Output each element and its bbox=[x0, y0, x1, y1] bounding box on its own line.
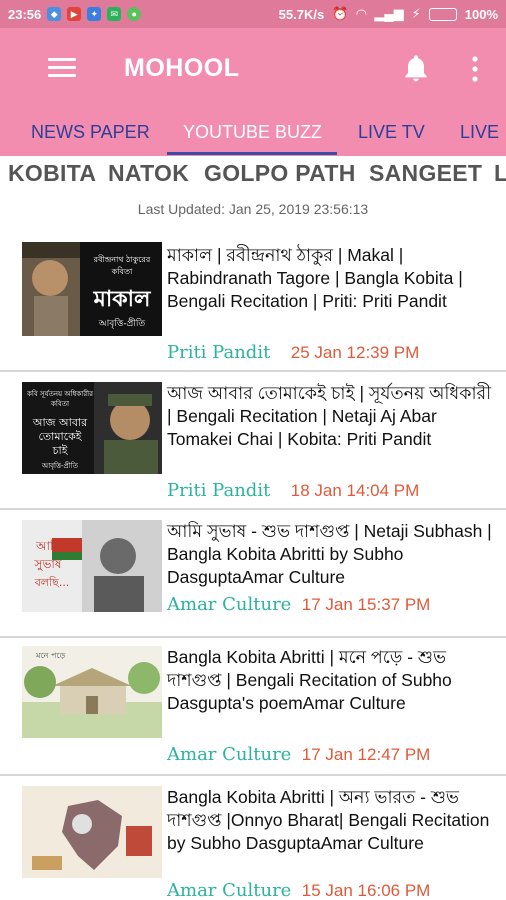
notification-icon: ◆ bbox=[47, 7, 62, 21]
svg-text:কবিতা: কবিতা bbox=[50, 400, 70, 408]
more-vertical-icon[interactable] bbox=[468, 54, 482, 84]
video-item[interactable]: রবীন্দ্রনাথ ঠাকুরের কবিতা মাকাল আবৃত্তি-… bbox=[0, 232, 506, 372]
video-title[interactable]: Bangla Kobita Abritti | মনে পড়ে - শুভ দ… bbox=[167, 646, 497, 715]
tab-bar: NEWS PAPER YOUTUBE BUZZ LIVE TV LIVE bbox=[0, 108, 506, 156]
video-title[interactable]: মাকাল | রবীন্দ্রনাথ ঠাকুর | Makal | Rabi… bbox=[167, 244, 497, 313]
video-thumbnail[interactable]: কবি সূর্যতনয় অধিকারীর কবিতা আজ আবার তোম… bbox=[22, 382, 162, 474]
tab-news-paper[interactable]: NEWS PAPER bbox=[31, 122, 150, 143]
status-time: 23:56 bbox=[8, 6, 42, 22]
video-title[interactable]: আমি সুভাষ - শুভ দাশগুপ্ত | Netaji Subhas… bbox=[167, 520, 497, 589]
subcategory-golpo-path[interactable]: GOLPO PATH bbox=[204, 160, 356, 187]
subcategory-natok[interactable]: NATOK bbox=[108, 160, 189, 187]
app-notification-icon: ✦ bbox=[87, 7, 102, 21]
tab-live-tv[interactable]: LIVE TV bbox=[358, 122, 425, 143]
app-bar: MOHOOL bbox=[0, 28, 506, 108]
video-author: Priti Pandit bbox=[167, 480, 271, 501]
subcategory-more[interactable]: L bbox=[494, 160, 506, 187]
battery-icon bbox=[428, 7, 457, 21]
svg-text:আজ আবার: আজ আবার bbox=[32, 416, 88, 429]
alarm-icon: ⏰ bbox=[332, 6, 349, 21]
notification-bell-icon[interactable] bbox=[400, 52, 432, 84]
svg-text:আমি: আমি bbox=[35, 539, 60, 553]
subcategory-bar: KOBITA NATOK GOLPO PATH SANGEET L bbox=[0, 158, 506, 192]
svg-text:আবৃত্তি-প্রীতি: আবৃত্তি-প্রীতি bbox=[41, 461, 79, 470]
video-author: Amar Culture bbox=[167, 594, 292, 615]
battery-percent: 100% bbox=[464, 6, 498, 22]
tab-youtube-buzz[interactable]: YOUTUBE BUZZ bbox=[183, 122, 322, 143]
svg-text:কবিতা: কবিতা bbox=[111, 267, 133, 276]
video-item[interactable]: কবি সূর্যতনয় অধিকারীর কবিতা আজ আবার তোম… bbox=[0, 372, 506, 510]
video-author: Amar Culture bbox=[167, 880, 292, 900]
message-notification-icon: ✉ bbox=[107, 7, 122, 21]
last-updated-text: Last Updated: Jan 25, 2019 23:56:13 bbox=[137, 201, 369, 217]
video-item[interactable]: মনে পড়ে Bangla Kobita Abritti | মনে পড়… bbox=[0, 638, 506, 776]
video-thumbnail[interactable]: রবীন্দ্রনাথ ঠাকুরের কবিতা মাকাল আবৃত্তি-… bbox=[22, 242, 162, 336]
youtube-notification-icon: ▶ bbox=[67, 7, 82, 21]
active-tab-indicator bbox=[167, 152, 337, 155]
svg-text:চাই: চাই bbox=[52, 444, 69, 457]
wifi-icon: ◠ bbox=[356, 6, 367, 21]
svg-text:আবৃত্তি-প্রীতি: আবৃত্তি-প্রীতি bbox=[98, 317, 146, 329]
network-speed: 55.7K/s bbox=[278, 6, 325, 22]
hamburger-menu-icon[interactable] bbox=[48, 58, 76, 78]
video-thumbnail[interactable]: মনে পড়ে bbox=[22, 646, 162, 738]
svg-text:তোমাকেই: তোমাকেই bbox=[38, 430, 82, 443]
video-item[interactable]: আমি সুভাষ বলছি... আমি সুভাষ - শুভ দাশগুপ… bbox=[0, 510, 506, 638]
svg-text:রবীন্দ্রনাথ ঠাকুরের: রবীন্দ্রনাথ ঠাকুরের bbox=[93, 254, 151, 264]
video-date: 17 Jan 12:47 PM bbox=[301, 745, 431, 764]
video-date: 18 Jan 14:04 PM bbox=[290, 481, 420, 500]
video-thumbnail[interactable] bbox=[22, 786, 162, 878]
subcategory-kobita[interactable]: KOBITA bbox=[8, 160, 96, 187]
signal-icon: ▂▄▆ bbox=[374, 6, 404, 21]
video-date: 15 Jan 16:06 PM bbox=[301, 881, 431, 900]
video-title[interactable]: Bangla Kobita Abritti | অন্য ভারত - শুভ … bbox=[167, 786, 497, 855]
video-date: 17 Jan 15:37 PM bbox=[301, 595, 431, 614]
video-title[interactable]: আজ আবার তোমাকেই চাই | সূর্যতনয় অধিকারী … bbox=[167, 382, 497, 451]
thumbnail-caption: মাকাল bbox=[93, 287, 152, 312]
video-item[interactable]: Bangla Kobita Abritti | অন্য ভারত - শুভ … bbox=[0, 776, 506, 900]
video-author: Priti Pandit bbox=[167, 342, 271, 363]
tab-live[interactable]: LIVE bbox=[460, 122, 499, 143]
svg-text:সুভাষ: সুভাষ bbox=[34, 557, 62, 572]
thumbnail-caption: মনে পড়ে bbox=[35, 651, 66, 660]
subcategory-sangeet[interactable]: SANGEET bbox=[369, 160, 482, 187]
video-author: Amar Culture bbox=[167, 744, 292, 765]
video-thumbnail[interactable]: আমি সুভাষ বলছি... bbox=[22, 520, 162, 612]
android-notification-icon: ● bbox=[127, 7, 142, 21]
charging-icon: ⚡ bbox=[411, 6, 421, 21]
app-title: MOHOOL bbox=[124, 54, 240, 82]
status-bar: 23:56 ◆ ▶ ✦ ✉ ● 55.7K/s ⏰ ◠ ▂▄▆ ⚡ 100% bbox=[0, 0, 506, 28]
svg-text:বলছি...: বলছি... bbox=[34, 576, 70, 589]
svg-text:কবি সূর্যতনয় অধিকারীর: কবি সূর্যতনয় অধিকারীর bbox=[26, 389, 93, 398]
video-date: 25 Jan 12:39 PM bbox=[290, 343, 420, 362]
